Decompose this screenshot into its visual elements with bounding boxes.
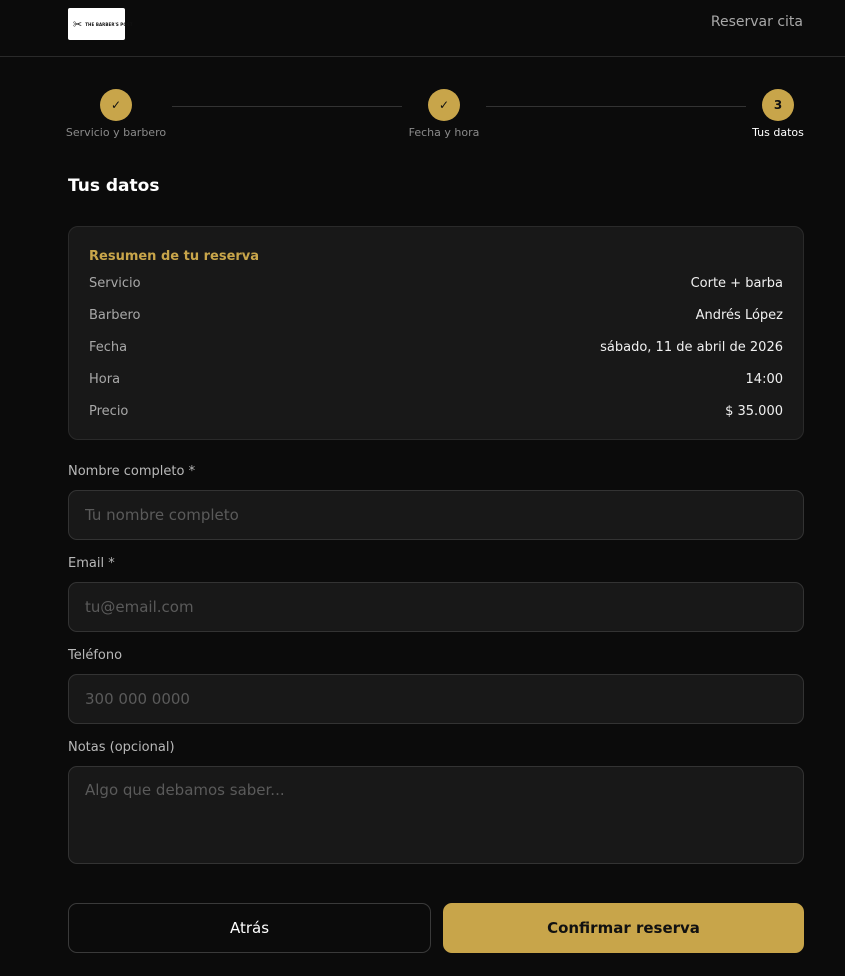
confirm-booking-button[interactable]: Confirmar reserva: [443, 903, 804, 953]
step-label: Tus datos: [752, 126, 804, 139]
notes-label: Notas (opcional): [68, 740, 175, 755]
summary-value: $ 35.000: [725, 403, 783, 419]
scissors-icon: ✂: [73, 17, 83, 31]
summary-label: Hora: [89, 371, 121, 387]
page-title: Tus datos: [68, 176, 160, 196]
check-icon: ✓: [100, 89, 132, 121]
step-number: 3: [762, 89, 794, 121]
phone-input[interactable]: [68, 674, 804, 724]
summary-value: Andrés López: [695, 307, 783, 323]
email-input[interactable]: [68, 582, 804, 632]
stepper-connector-1: [172, 106, 402, 107]
summary-row-precio: Precio $ 35.000: [89, 395, 783, 427]
brand-logo-text: THE BARBER'S POST: [85, 21, 133, 27]
step-servicio-y-barbero[interactable]: ✓ Servicio y barbero: [65, 89, 167, 139]
name-label: Nombre completo *: [68, 464, 196, 479]
summary-row-servicio: Servicio Corte + barba: [89, 267, 783, 299]
summary-label: Precio: [89, 403, 129, 419]
notes-textarea[interactable]: [68, 766, 804, 864]
summary-row-hora: Hora 14:00: [89, 363, 783, 395]
booking-summary-card: Resumen de tu reserva Servicio Corte + b…: [68, 226, 804, 440]
summary-label: Servicio: [89, 275, 141, 291]
step-label: Fecha y hora: [408, 126, 480, 139]
brand-logo[interactable]: ✂ THE BARBER'S POST: [68, 8, 133, 40]
summary-value: 14:00: [745, 371, 783, 387]
email-label: Email *: [68, 556, 115, 571]
top-header: ✂ THE BARBER'S POST Reservar cita: [0, 0, 845, 57]
step-label: Servicio y barbero: [65, 126, 167, 139]
phone-label: Teléfono: [68, 648, 123, 663]
back-button[interactable]: Atrás: [68, 903, 431, 953]
summary-row-fecha: Fecha sábado, 11 de abril de 2026: [89, 331, 783, 363]
step-tus-datos: 3 Tus datos: [752, 89, 804, 139]
summary-value: Corte + barba: [690, 275, 783, 291]
summary-title: Resumen de tu reserva: [89, 249, 260, 264]
booking-stepper: ✓ Servicio y barbero ✓ Fecha y hora 3 Tu…: [65, 89, 804, 144]
summary-row-barbero: Barbero Andrés López: [89, 299, 783, 331]
summary-label: Fecha: [89, 339, 128, 355]
summary-value: sábado, 11 de abril de 2026: [600, 339, 783, 355]
check-icon: ✓: [428, 89, 460, 121]
reservar-cita-link[interactable]: Reservar cita: [711, 14, 803, 30]
stepper-connector-2: [486, 106, 746, 107]
summary-label: Barbero: [89, 307, 141, 323]
name-input[interactable]: [68, 490, 804, 540]
step-fecha-y-hora[interactable]: ✓ Fecha y hora: [408, 89, 480, 139]
